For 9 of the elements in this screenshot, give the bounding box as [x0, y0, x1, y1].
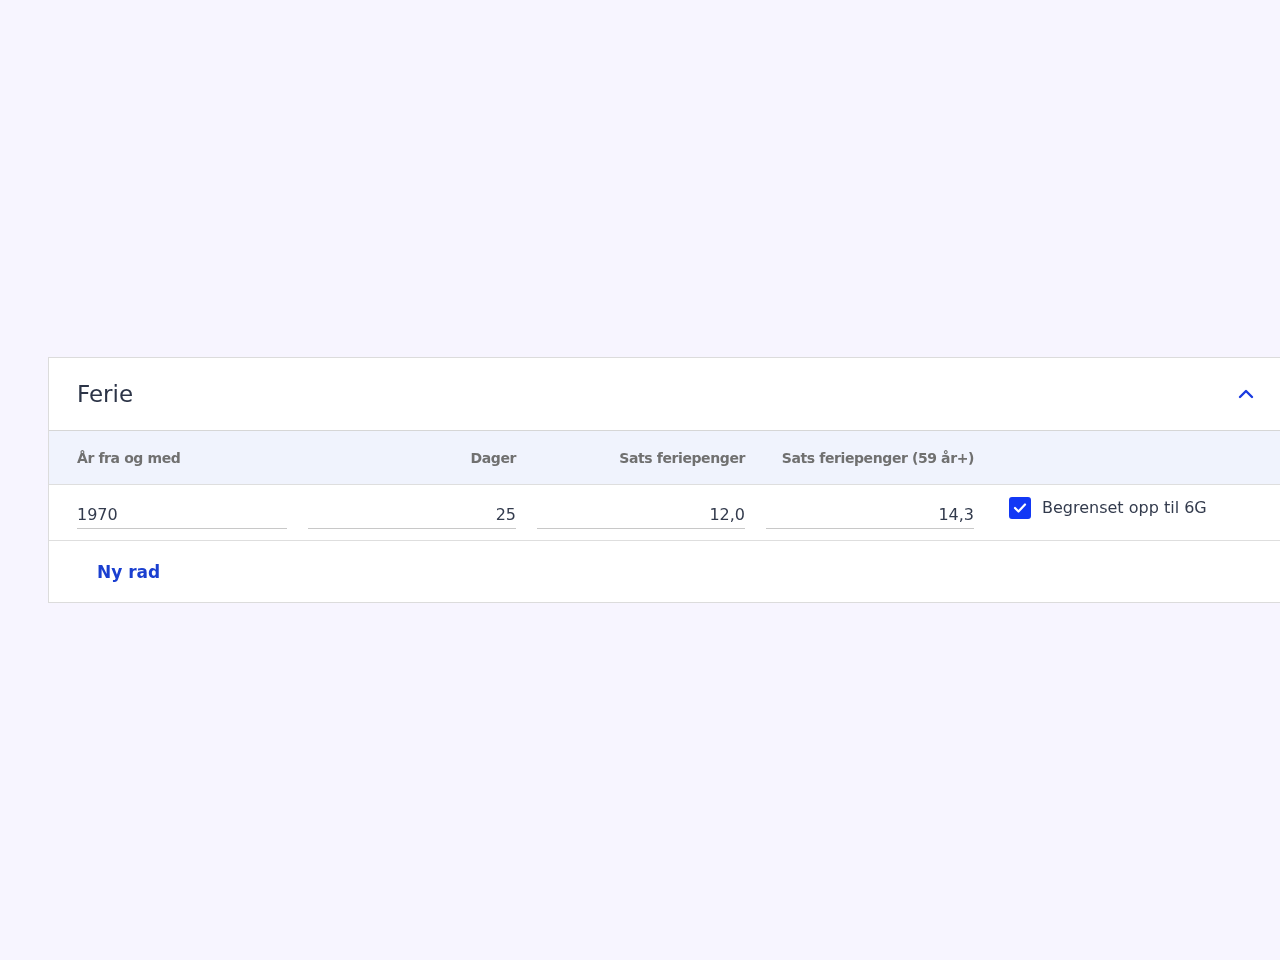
add-row-button[interactable]: Ny rad [85, 555, 173, 588]
checkmark-icon [1013, 501, 1027, 514]
section-title: Ferie [77, 381, 134, 407]
checkbox[interactable] [1009, 496, 1031, 519]
column-header: Dager [469, 449, 516, 466]
column-header: Sats feriepenger [618, 449, 745, 466]
column-header: År fra og med [77, 449, 182, 466]
column-header: Sats feriepenger (59 år+) [780, 449, 974, 466]
checkbox-label: Begrenset opp til 6G [1042, 498, 1207, 517]
